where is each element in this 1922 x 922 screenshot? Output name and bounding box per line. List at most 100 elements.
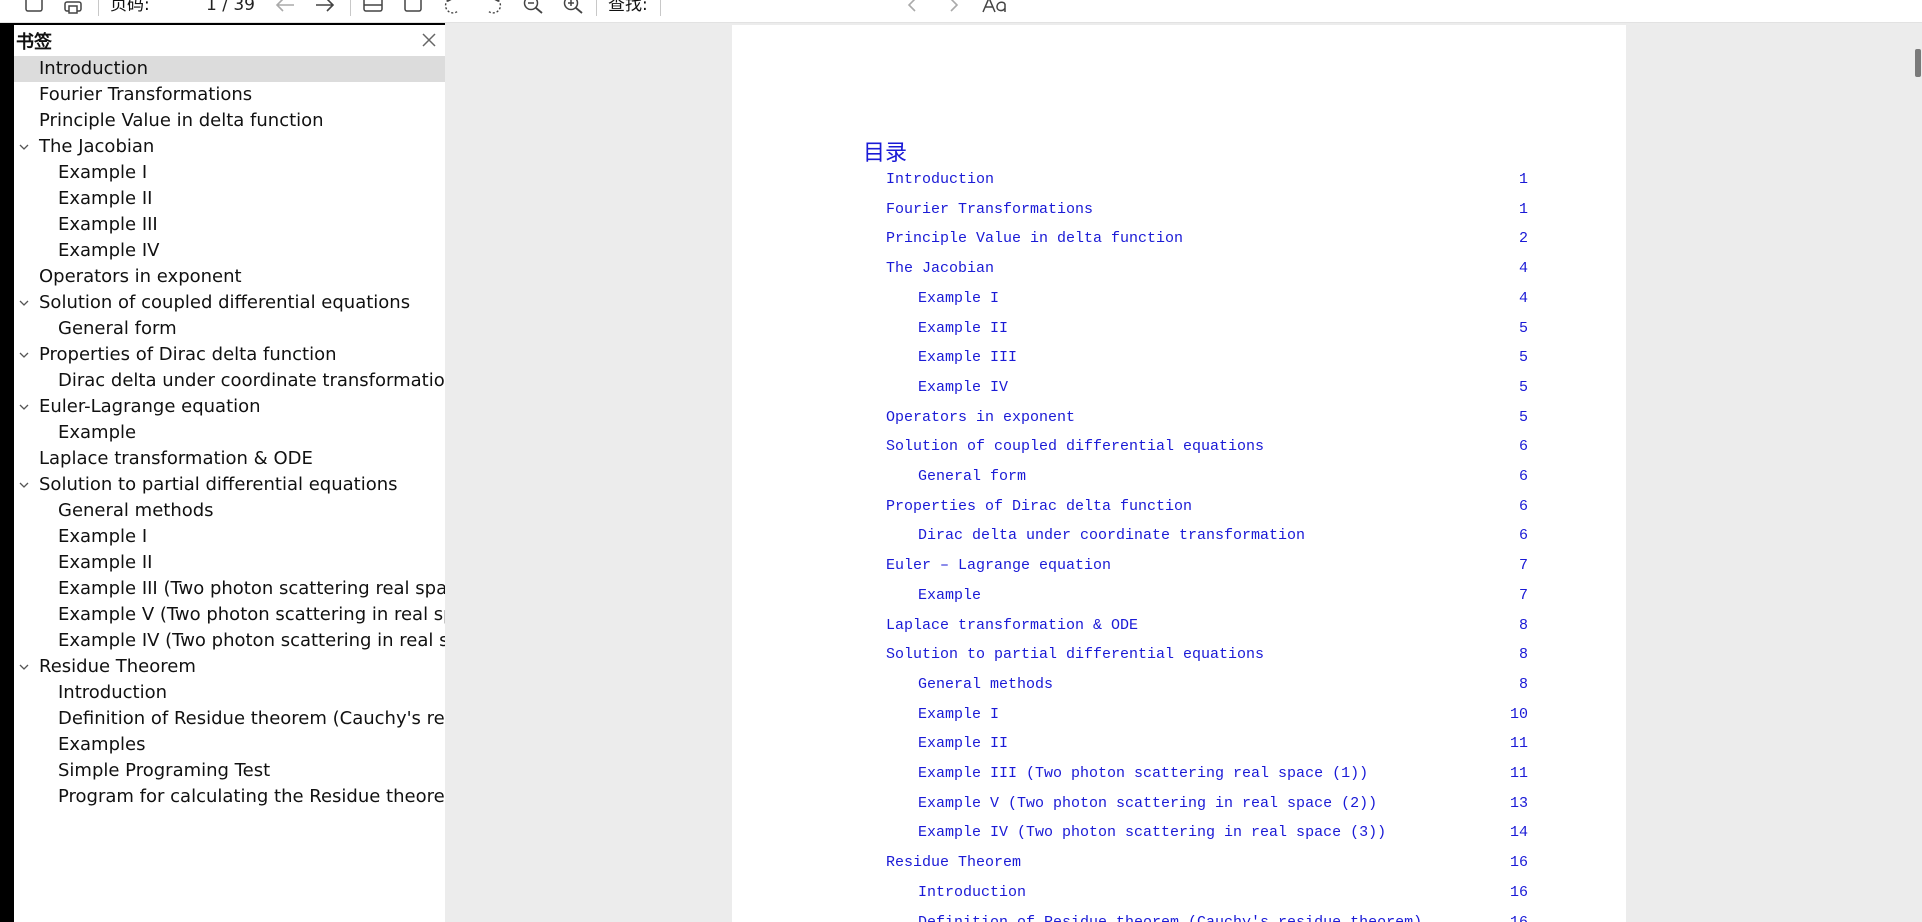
- chevron-down-icon[interactable]: [19, 662, 29, 672]
- toc-entry-page: 5: [1518, 378, 1528, 396]
- next-page-icon[interactable]: [312, 0, 338, 16]
- toc-entry[interactable]: Fourier Transformations 1: [732, 199, 1626, 221]
- bookmark-item[interactable]: Properties of Dirac delta function: [14, 342, 445, 368]
- toc-entry[interactable]: Example IV (Two photon scattering in rea…: [732, 822, 1626, 844]
- bookmark-label: Example II: [58, 552, 153, 573]
- chevron-down-icon[interactable]: [19, 142, 29, 152]
- toc-entry[interactable]: Euler – Lagrange equation 7: [732, 555, 1626, 577]
- find-label: 查找:: [608, 0, 648, 15]
- zoom-in-icon[interactable]: [560, 0, 586, 16]
- chevron-down-icon[interactable]: [19, 480, 29, 490]
- toc-entry[interactable]: Example I 10: [732, 704, 1626, 726]
- bookmarks-panel: 书签 Introduction Fourier Transformations Pr…: [14, 25, 445, 922]
- bookmark-item[interactable]: Residue Theorem: [14, 654, 445, 680]
- bookmark-label: Example: [58, 422, 137, 443]
- bookmark-item[interactable]: Example IV: [14, 238, 445, 264]
- bookmark-item[interactable]: Example IV (Two photon scattering in rea…: [14, 628, 445, 654]
- toc-entry[interactable]: Example IV 5: [732, 377, 1626, 399]
- chevron-down-icon[interactable]: [19, 402, 29, 412]
- find-input[interactable]: [660, 0, 661, 16]
- toc-entry[interactable]: Example II 5: [732, 318, 1626, 340]
- document-viewer[interactable]: 目录 Introduction 1 Fourier Transformations 1…: [445, 23, 1922, 922]
- prev-page-icon[interactable]: [272, 0, 298, 16]
- toc-entry-title: Properties of Dirac delta function: [886, 497, 1193, 515]
- toc-entry-title: Example I: [918, 705, 1000, 723]
- toc-entry[interactable]: General methods 8: [732, 674, 1626, 696]
- zoom-out-icon[interactable]: [520, 0, 546, 16]
- toc-entry[interactable]: The Jacobian 4: [732, 258, 1626, 280]
- bookmark-label: Dirac delta under coordinate transformat…: [58, 370, 445, 391]
- fit-width-icon[interactable]: [400, 0, 426, 16]
- bookmark-item[interactable]: General methods: [14, 498, 445, 524]
- bookmark-item[interactable]: Operators in exponent: [14, 264, 445, 290]
- toc-entry-title: Example III (Two photon scattering real …: [918, 765, 1369, 782]
- toc-entry-page: 8: [1518, 675, 1528, 693]
- rotate-right-icon[interactable]: [480, 0, 506, 16]
- bookmark-item[interactable]: Definition of Residue theorem (Cauchy's …: [14, 706, 445, 732]
- rotate-left-icon[interactable]: [440, 0, 466, 16]
- toc-entry-page: 13: [1509, 794, 1528, 812]
- toc-entry[interactable]: Introduction 1: [732, 169, 1626, 191]
- toc-entry[interactable]: Solution of coupled differential equatio…: [732, 436, 1626, 458]
- toc-entry[interactable]: Dirac delta under coordinate transformat…: [732, 525, 1626, 547]
- bookmark-label: Euler-Lagrange equation: [39, 396, 261, 417]
- toc-entry[interactable]: Example I 4: [732, 288, 1626, 310]
- bookmark-item[interactable]: Principle Value in delta function: [14, 108, 445, 134]
- toc-entry[interactable]: Laplace transformation & ODE 8: [732, 615, 1626, 637]
- toc-entry[interactable]: Principle Value in delta function 2: [732, 228, 1626, 250]
- bookmark-item[interactable]: Simple Programing Test: [14, 758, 445, 784]
- open-icon[interactable]: [22, 0, 46, 16]
- bookmark-item[interactable]: Laplace transformation & ODE: [14, 446, 445, 472]
- bookmark-label: Solution to partial differential equatio…: [39, 474, 398, 495]
- toc-entry[interactable]: Definition of Residue theorem (Cauchy's …: [732, 912, 1626, 922]
- bookmark-label: Example III (Two photon scattering real …: [58, 578, 445, 599]
- bookmark-item[interactable]: Examples: [14, 732, 445, 758]
- toc-entry[interactable]: Properties of Dirac delta function 6: [732, 496, 1626, 518]
- toc-entry[interactable]: Residue Theorem 16: [732, 852, 1626, 874]
- vertical-scrollbar[interactable]: [1915, 49, 1921, 77]
- page-label: 页码:: [110, 0, 150, 15]
- find-prev-icon[interactable]: [902, 0, 922, 16]
- bookmark-label: Example V (Two photon scattering in real…: [58, 604, 445, 625]
- bookmark-label: Solution of coupled differential equatio…: [39, 292, 411, 313]
- bookmark-item[interactable]: Example III: [14, 212, 445, 238]
- toc-entry-title: Example IV: [918, 378, 1009, 396]
- bookmark-item[interactable]: Introduction: [14, 56, 445, 82]
- toc-entry[interactable]: Example 7: [732, 585, 1626, 607]
- chevron-down-icon[interactable]: [19, 298, 29, 308]
- match-case-icon[interactable]: [980, 0, 1010, 16]
- toc-entry[interactable]: Solution to partial differential equatio…: [732, 644, 1626, 666]
- fit-page-icon[interactable]: [360, 0, 386, 16]
- bookmark-item[interactable]: Fourier Transformations: [14, 82, 445, 108]
- toc-entry[interactable]: Example V (Two photon scattering in real…: [732, 793, 1626, 815]
- bookmark-item[interactable]: Dirac delta under coordinate transformat…: [14, 368, 445, 394]
- chevron-down-icon[interactable]: [19, 350, 29, 360]
- bookmark-item[interactable]: Example I: [14, 160, 445, 186]
- toc-entry[interactable]: Example III 5: [732, 347, 1626, 369]
- print-icon[interactable]: [60, 0, 86, 16]
- bookmark-item[interactable]: The Jacobian: [14, 134, 445, 160]
- close-icon[interactable]: [420, 31, 438, 49]
- bookmark-item[interactable]: Example V (Two photon scattering in real…: [14, 602, 445, 628]
- bookmark-item[interactable]: Example: [14, 420, 445, 446]
- toc-entry[interactable]: Operators in exponent 5: [732, 407, 1626, 429]
- bookmark-item[interactable]: Example II: [14, 550, 445, 576]
- toc-entry-page: 6: [1518, 438, 1528, 456]
- toc-entry[interactable]: General form 6: [732, 466, 1626, 488]
- find-next-icon[interactable]: [944, 0, 964, 16]
- bookmark-item[interactable]: General form: [14, 316, 445, 342]
- bookmark-item[interactable]: Solution to partial differential equatio…: [14, 472, 445, 498]
- bookmark-item[interactable]: Example II: [14, 186, 445, 212]
- toolbar-separator: [596, 0, 597, 16]
- bookmark-item[interactable]: Example III (Two photon scattering real …: [14, 576, 445, 602]
- page-number-field[interactable]: 1 / 39: [206, 0, 255, 16]
- bookmark-item[interactable]: Introduction: [14, 680, 445, 706]
- toc-entry[interactable]: Introduction 16: [732, 882, 1626, 904]
- toc-entry-title: Example I: [918, 289, 1000, 307]
- bookmark-item[interactable]: Euler-Lagrange equation: [14, 394, 445, 420]
- toc-entry[interactable]: Example II 11: [732, 733, 1626, 755]
- bookmark-item[interactable]: Example I: [14, 524, 445, 550]
- toc-entry[interactable]: Example III (Two photon scattering real …: [732, 763, 1626, 785]
- bookmark-item[interactable]: Solution of coupled differential equatio…: [14, 290, 445, 316]
- bookmark-item[interactable]: Program for calculating the Residue theo…: [14, 784, 445, 810]
